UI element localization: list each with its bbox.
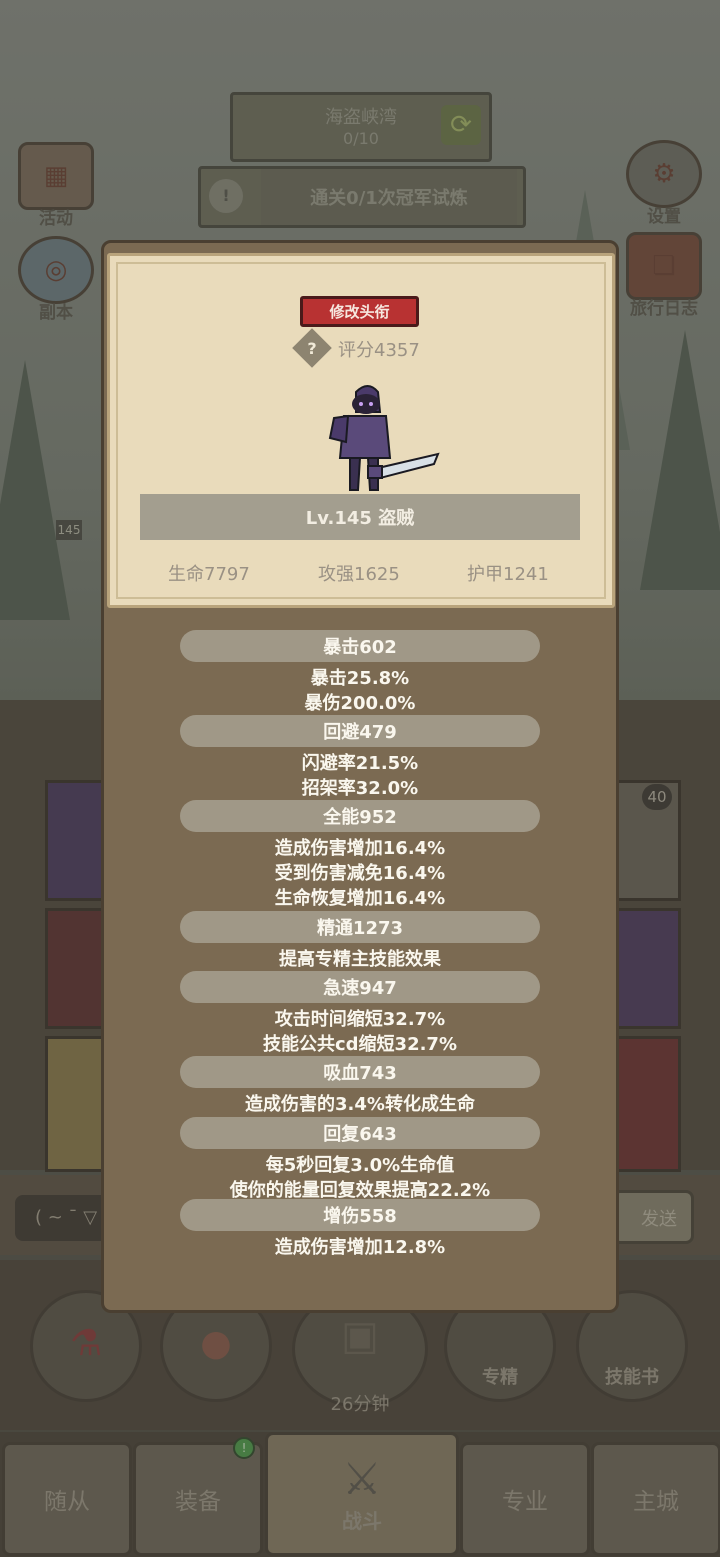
- stat-damage-bonus: 增伤558: [180, 1199, 540, 1231]
- stat-detail: 攻击时间缩短32.7%: [274, 1009, 446, 1030]
- stat-detail: 暴伤200.0%: [304, 693, 416, 714]
- stat-detail: 招架率32.0%: [301, 778, 419, 799]
- stat-versatility: 全能952: [180, 800, 540, 832]
- change-title-button[interactable]: 修改头衔: [300, 296, 419, 327]
- stat-avoidance: 回避479: [180, 715, 540, 747]
- help-icon[interactable]: ?: [298, 334, 326, 362]
- rogue-character: [328, 385, 440, 491]
- stat-detail: 生命恢复增加16.4%: [274, 888, 446, 909]
- stat-detail: 提高专精主技能效果: [279, 949, 441, 970]
- armor-stat: 护甲1241: [467, 564, 549, 585]
- stat-detail: 技能公共cd缩短32.7%: [262, 1034, 457, 1055]
- stat-detail: 造成伤害增加12.8%: [274, 1237, 446, 1258]
- stat-detail: 受到伤害减免16.4%: [274, 863, 446, 884]
- stat-crit: 暴击602: [180, 630, 540, 662]
- stat-detail: 造成伤害增加16.4%: [274, 838, 446, 859]
- stat-regen: 回复643: [180, 1117, 540, 1149]
- stat-detail: 造成伤害的3.4%转化成生命: [245, 1094, 475, 1115]
- hp-stat: 生命7797: [168, 564, 250, 585]
- stat-mastery: 精通1273: [180, 911, 540, 943]
- stat-detail: 每5秒回复3.0%生命值: [265, 1155, 455, 1176]
- level-class-banner: Lv.145 盗贼: [140, 494, 580, 540]
- stat-leech: 吸血743: [180, 1056, 540, 1088]
- stat-haste: 急速947: [180, 971, 540, 1003]
- stat-detail: 闪避率21.5%: [301, 753, 419, 774]
- score-text: 评分4357: [338, 340, 420, 361]
- stat-detail: 暴击25.8%: [310, 668, 410, 689]
- attack-power-stat: 攻强1625: [318, 564, 400, 585]
